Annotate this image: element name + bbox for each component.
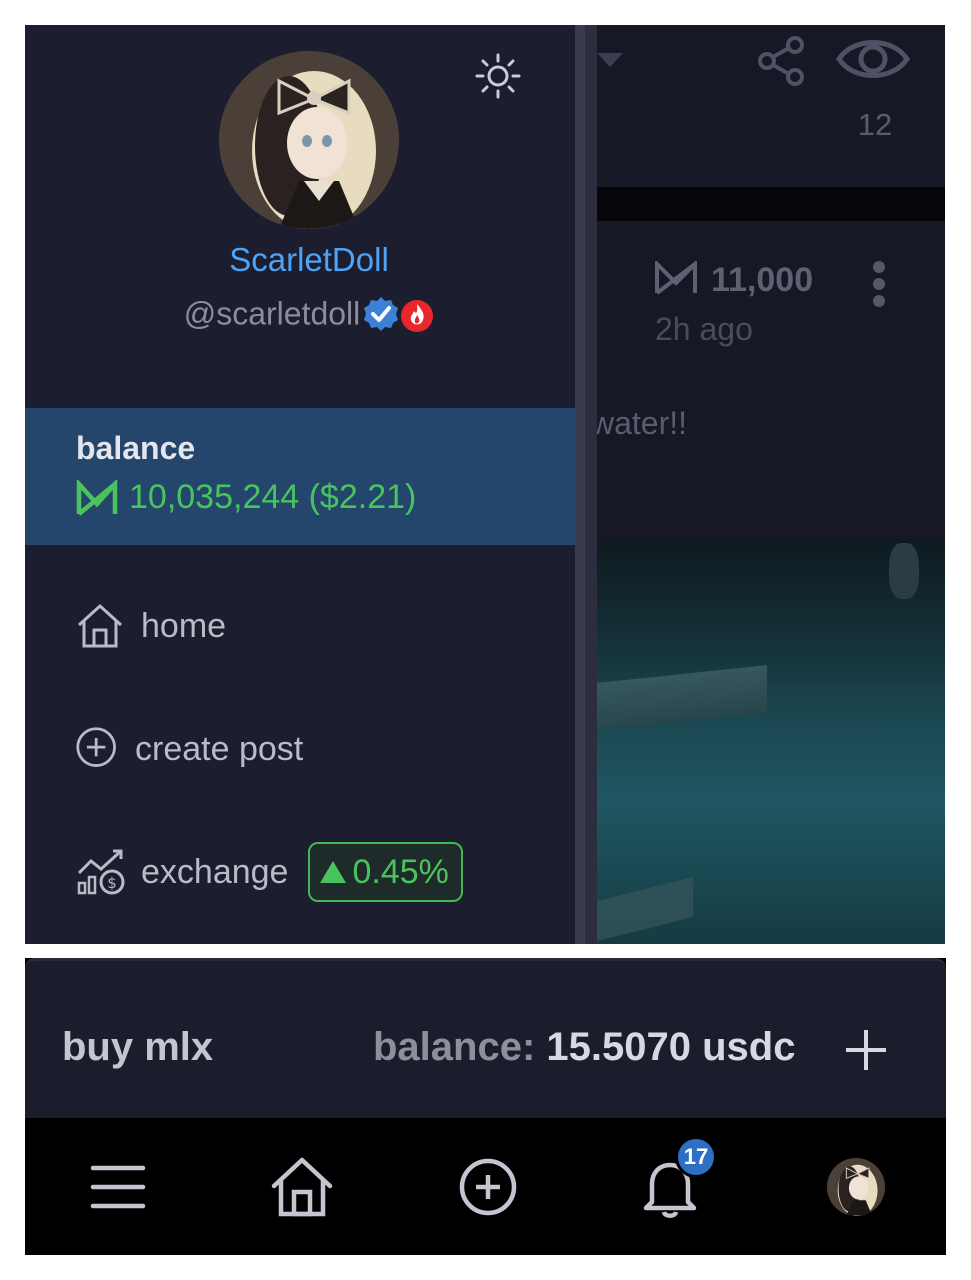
- anime-doll-avatar: [827, 1158, 885, 1216]
- home-icon: [77, 604, 123, 648]
- verified-badge-icon: [364, 297, 399, 331]
- nav-label-home: home: [141, 606, 227, 645]
- add-funds-button[interactable]: [843, 1027, 889, 1073]
- exchange-chart-icon: $: [77, 849, 125, 895]
- user-handle: @scarletdoll: [183, 295, 361, 332]
- post-price: 11,000: [711, 261, 814, 299]
- feed-post-header: 12: [597, 25, 945, 187]
- post-image[interactable]: [597, 539, 945, 944]
- usdc-balance: balance: 15.5070 usdc: [373, 1025, 795, 1070]
- sun-icon[interactable]: [475, 53, 521, 99]
- exchange-change-badge: 0.45%: [308, 842, 463, 902]
- app-screen-drawer: 12 11,000 2h ago water!! ScarletDoll @sc…: [25, 25, 945, 944]
- post-timestamp: 2h ago: [655, 311, 753, 347]
- drawer-edge-line: [575, 25, 585, 944]
- background-feed: 12 11,000 2h ago water!!: [591, 25, 945, 944]
- image-detail: [597, 877, 693, 941]
- nav-item-exchange[interactable]: $ exchange 0.45%: [75, 842, 463, 902]
- image-detail: [597, 665, 767, 731]
- feed-post[interactable]: 11,000 2h ago water!!: [591, 221, 945, 539]
- usdc-balance-value: 15.5070 usdc: [546, 1025, 796, 1069]
- plus-circle-icon: [76, 727, 116, 767]
- exchange-change-value: 0.45%: [352, 852, 449, 891]
- view-count: 12: [857, 107, 893, 142]
- more-options-icon[interactable]: [873, 261, 887, 307]
- post-text: water!!: [591, 405, 688, 441]
- nav-label-create-post: create post: [135, 729, 304, 768]
- notification-badge: 17: [675, 1136, 717, 1178]
- nav-item-create-post[interactable]: create post: [75, 723, 303, 775]
- balance-card[interactable]: balance 10,035,244 ($2.21): [25, 408, 597, 545]
- svg-text:$: $: [107, 874, 117, 892]
- nav-label-exchange: exchange: [141, 852, 289, 891]
- eye-icon: [836, 40, 910, 78]
- dropdown-caret-icon[interactable]: [597, 53, 623, 67]
- mlx-token-icon: [76, 480, 118, 516]
- buy-mlx-label[interactable]: buy mlx: [62, 1025, 213, 1070]
- image-detail: [889, 543, 919, 599]
- usdc-balance-label: balance:: [373, 1025, 536, 1069]
- plus-circle-icon[interactable]: [455, 1154, 521, 1220]
- triangle-up-icon: [320, 861, 347, 883]
- nav-item-home[interactable]: home: [75, 600, 226, 652]
- avatar[interactable]: [219, 51, 399, 229]
- display-name[interactable]: ScarletDoll: [25, 241, 593, 279]
- fire-badge-icon: [401, 300, 434, 332]
- home-icon[interactable]: [269, 1154, 335, 1220]
- bottom-navigation: 17: [25, 1118, 946, 1255]
- mlx-token-icon: [655, 261, 697, 295]
- side-drawer: ScarletDoll @scarletdoll balance 10,035,…: [25, 25, 597, 944]
- balance-amount: 10,035,244 ($2.21): [129, 478, 417, 516]
- handle-row: @scarletdoll: [25, 295, 593, 333]
- buy-mlx-bar[interactable]: buy mlx balance: 15.5070 usdc: [25, 958, 946, 1118]
- share-icon[interactable]: [755, 35, 807, 87]
- menu-icon[interactable]: [85, 1154, 151, 1220]
- app-screen-bottom: buy mlx balance: 15.5070 usdc 17: [25, 958, 946, 1255]
- anime-doll-avatar: [219, 51, 399, 229]
- profile-avatar[interactable]: [827, 1158, 885, 1216]
- balance-label: balance: [76, 430, 196, 466]
- feed-divider: [597, 187, 945, 221]
